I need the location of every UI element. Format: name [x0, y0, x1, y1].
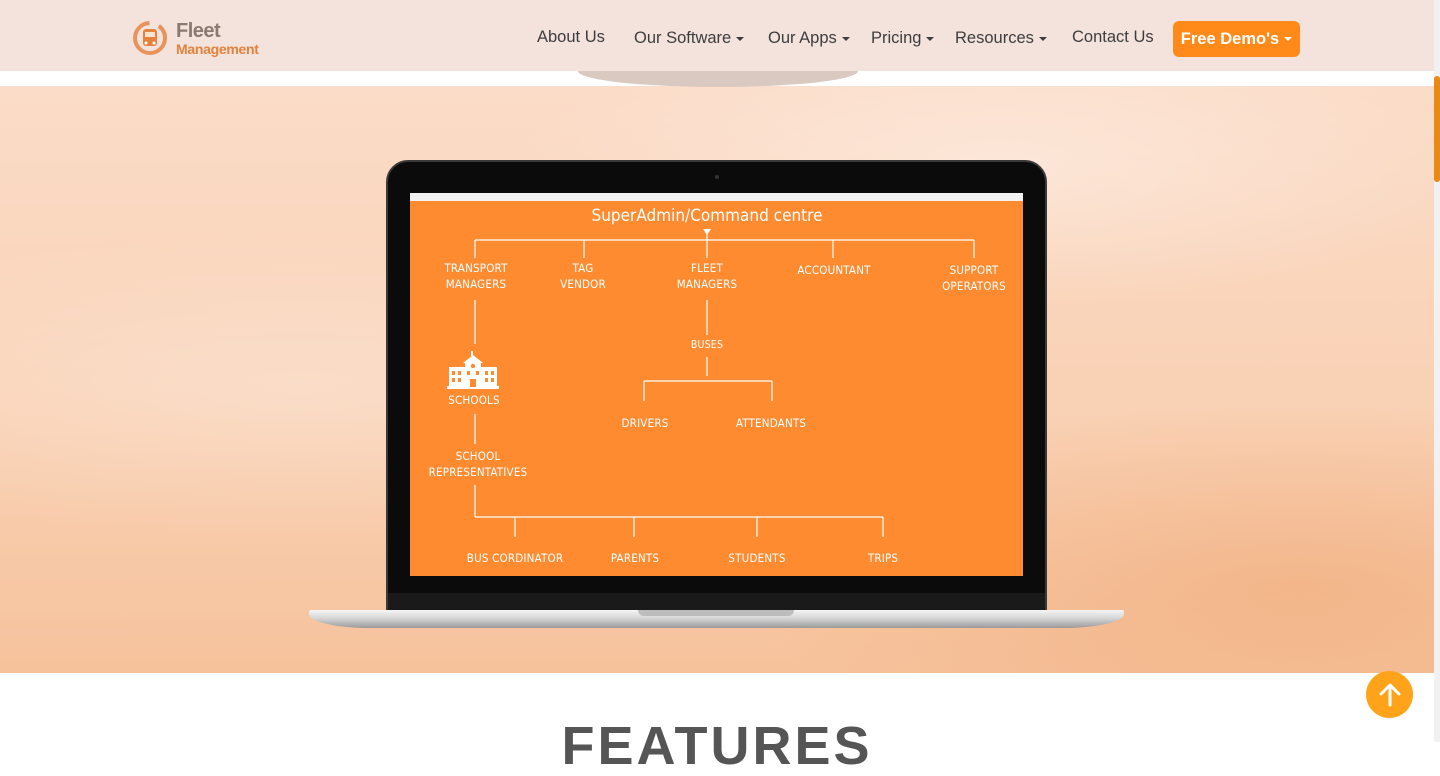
nav-about-us-label: About Us [537, 28, 605, 46]
node-bus-cordinator: BUS CORDINATOR [466, 551, 564, 565]
scroll-to-top-button[interactable] [1366, 671, 1413, 718]
bus-logo-icon [133, 21, 167, 55]
node-school-representatives: SCHOOL REPRESENTATIVES [428, 449, 528, 479]
node-parents: PARENTS [610, 551, 660, 565]
node-support-operators: SUPPORT OPERATORS [942, 263, 1006, 293]
nav-contact-us-label: Contact Us [1072, 28, 1154, 46]
school-building-icon [447, 351, 499, 389]
caret-down-icon [1284, 37, 1293, 41]
node-trips: TRIPS [867, 551, 899, 565]
node-students: STUDENTS [728, 551, 786, 565]
nav-contact-us[interactable]: Contact Us [1072, 28, 1154, 47]
nav-our-software[interactable]: Our Software [634, 29, 745, 48]
node-buses: BUSES [690, 339, 724, 351]
node-schools: SCHOOLS [448, 393, 500, 407]
caret-down-icon [926, 36, 935, 41]
features-heading: FEATURES [561, 716, 873, 776]
laptop-camera [715, 175, 719, 179]
scrollbar-thumb[interactable] [1434, 76, 1440, 182]
node-accountant: ACCOUNTANT [797, 263, 871, 277]
logo-line1: Fleet [176, 20, 221, 42]
diagram-title: SuperAdmin/Command centre [591, 206, 823, 226]
nav-pricing[interactable]: Pricing [871, 29, 935, 48]
screen-menubar [410, 193, 1023, 201]
logo-line2: Management [176, 41, 259, 57]
node-attendants: ATTENDANTS [735, 416, 807, 430]
caret-down-icon [1038, 36, 1047, 41]
nav-our-apps[interactable]: Our Apps [768, 29, 850, 48]
nav-our-software-label: Our Software [634, 29, 732, 47]
nav-resources-label: Resources [955, 29, 1034, 47]
header-decoration [578, 71, 858, 87]
laptop-screen [410, 193, 1023, 576]
caret-down-icon [736, 36, 745, 41]
navbar: Fleet Management About Us Our Software O… [0, 0, 1434, 71]
nav-pricing-label: Pricing [871, 29, 922, 47]
arrow-up-icon [1379, 683, 1400, 706]
nav-about-us[interactable]: About Us [537, 28, 605, 47]
node-fleet-managers: FLEET MANAGERS [676, 261, 738, 291]
node-transport-managers: TRANSPORT MANAGERS [444, 261, 508, 291]
nav-resources[interactable]: Resources [955, 29, 1047, 48]
node-tag-vendor: TAG VENDOR [560, 261, 606, 291]
free-demo-label: Free Demo's [1180, 29, 1280, 48]
free-demo-button[interactable]: Free Demo's [1173, 21, 1300, 57]
node-drivers: DRIVERS [621, 416, 669, 430]
nav-our-apps-label: Our Apps [768, 29, 837, 47]
laptop-notch [638, 610, 794, 616]
caret-down-icon [841, 36, 850, 41]
